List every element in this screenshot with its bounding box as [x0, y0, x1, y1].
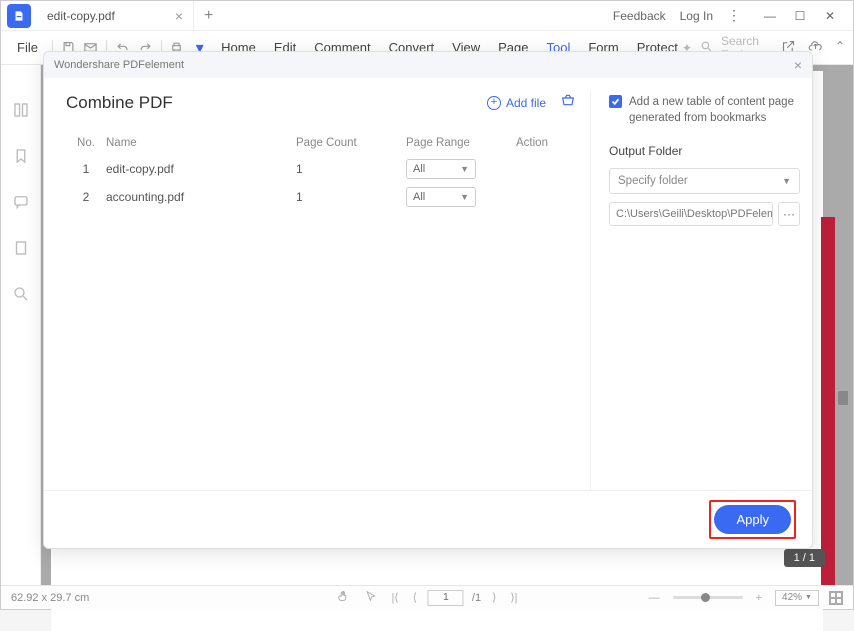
toc-label: Add a new table of content page generate…	[629, 94, 800, 126]
comment-icon[interactable]	[12, 193, 30, 211]
app-logo-icon	[7, 4, 31, 28]
col-action: Action	[516, 137, 576, 149]
search-rail-icon[interactable]	[12, 285, 30, 303]
col-pagecount: Page Count	[296, 137, 406, 149]
apply-button[interactable]: Apply	[714, 505, 791, 534]
more-menu-icon[interactable]: ⋮	[727, 7, 741, 24]
files-table: No. Name Page Count Page Range Action 1 …	[66, 131, 576, 211]
chevron-down-icon: ▼	[460, 192, 469, 202]
col-no: No.	[66, 137, 106, 149]
login-link[interactable]: Log In	[680, 9, 713, 23]
minimize-button[interactable]: —	[755, 1, 785, 31]
page-dimensions: 62.92 x 29.7 cm	[11, 592, 89, 604]
col-pagerange: Page Range	[406, 137, 516, 149]
add-file-label: Add file	[506, 96, 546, 110]
row-no: 1	[66, 162, 106, 176]
page-range-select[interactable]: All ▼	[406, 187, 476, 207]
collapse-icon[interactable]: ⌃	[835, 39, 845, 57]
zoom-value: 42%	[782, 592, 802, 603]
row-pagecount: 1	[296, 190, 406, 204]
dialog-brand: Wondershare PDFelement	[54, 59, 184, 71]
dialog-header: Wondershare PDFelement ×	[44, 52, 812, 78]
file-menu[interactable]: File	[9, 40, 46, 55]
current-page: 1	[443, 592, 449, 603]
attachment-icon[interactable]	[12, 239, 30, 257]
dialog-title: Combine PDF	[66, 93, 173, 113]
prev-page-icon[interactable]: ⟨	[410, 591, 420, 604]
col-name: Name	[106, 137, 296, 149]
apply-highlight: Apply	[709, 500, 796, 539]
add-file-button[interactable]: + Add file	[487, 96, 546, 110]
chevron-down-icon: ▼	[460, 164, 469, 174]
output-folder-label: Output Folder	[609, 144, 800, 158]
zoom-slider[interactable]	[673, 596, 743, 599]
hand-tool-icon[interactable]	[333, 589, 353, 606]
panel-handle[interactable]	[838, 391, 848, 405]
statusbar: 62.92 x 29.7 cm |⟨ ⟨ 1 /1 ⟩ ⟩| — + 42%▼	[1, 585, 853, 609]
first-page-icon[interactable]: |⟨	[388, 591, 401, 604]
table-row[interactable]: 1 edit-copy.pdf 1 All ▼	[66, 155, 576, 183]
row-no: 2	[66, 190, 106, 204]
tab-label: edit-copy.pdf	[47, 9, 115, 23]
table-header: No. Name Page Count Page Range Action	[66, 131, 576, 155]
folder-select-value: Specify folder	[618, 175, 688, 187]
range-value: All	[413, 163, 425, 175]
new-tab-button[interactable]: +	[194, 7, 223, 25]
row-name: accounting.pdf	[106, 190, 296, 204]
fit-view-icon[interactable]	[829, 591, 843, 605]
browse-button[interactable]: ···	[778, 202, 800, 226]
thumbnails-icon[interactable]	[12, 101, 30, 119]
close-window-button[interactable]: ✕	[815, 1, 845, 31]
feedback-link[interactable]: Feedback	[613, 9, 666, 23]
titlebar: edit-copy.pdf × + Feedback Log In ⋮ — ☐ …	[1, 1, 853, 31]
page-number-input[interactable]: 1	[428, 590, 464, 606]
zoom-level-select[interactable]: 42%▼	[775, 590, 819, 606]
zoom-in-icon[interactable]: +	[753, 592, 765, 604]
basket-icon[interactable]	[560, 92, 576, 113]
combine-pdf-dialog: Wondershare PDFelement × Combine PDF + A…	[43, 51, 813, 549]
output-path-field[interactable]: C:\Users\Geili\Desktop\PDFelement\Cc	[609, 202, 773, 226]
select-tool-icon[interactable]	[361, 590, 380, 606]
zoom-out-icon[interactable]: —	[646, 592, 663, 604]
page-total: /1	[472, 592, 481, 604]
left-rail	[1, 65, 41, 585]
zoom-thumb[interactable]	[701, 593, 710, 602]
row-pagecount: 1	[296, 162, 406, 176]
range-value: All	[413, 191, 425, 203]
maximize-button[interactable]: ☐	[785, 1, 815, 31]
close-tab-icon[interactable]: ×	[175, 8, 183, 24]
next-page-icon[interactable]: ⟩	[489, 591, 499, 604]
chevron-down-icon: ▼	[805, 594, 812, 601]
dialog-close-icon[interactable]: ×	[794, 57, 802, 73]
page-indicator: 1 / 1	[784, 549, 825, 567]
plus-circle-icon: +	[487, 96, 501, 110]
chevron-down-icon: ▼	[782, 176, 791, 186]
last-page-icon[interactable]: ⟩|	[507, 591, 520, 604]
output-folder-select[interactable]: Specify folder ▼	[609, 168, 800, 194]
document-edge	[821, 217, 835, 587]
bookmark-icon[interactable]	[12, 147, 30, 165]
table-row[interactable]: 2 accounting.pdf 1 All ▼	[66, 183, 576, 211]
toc-checkbox[interactable]	[609, 95, 622, 108]
page-range-select[interactable]: All ▼	[406, 159, 476, 179]
row-name: edit-copy.pdf	[106, 162, 296, 176]
document-tab[interactable]: edit-copy.pdf ×	[37, 1, 194, 30]
